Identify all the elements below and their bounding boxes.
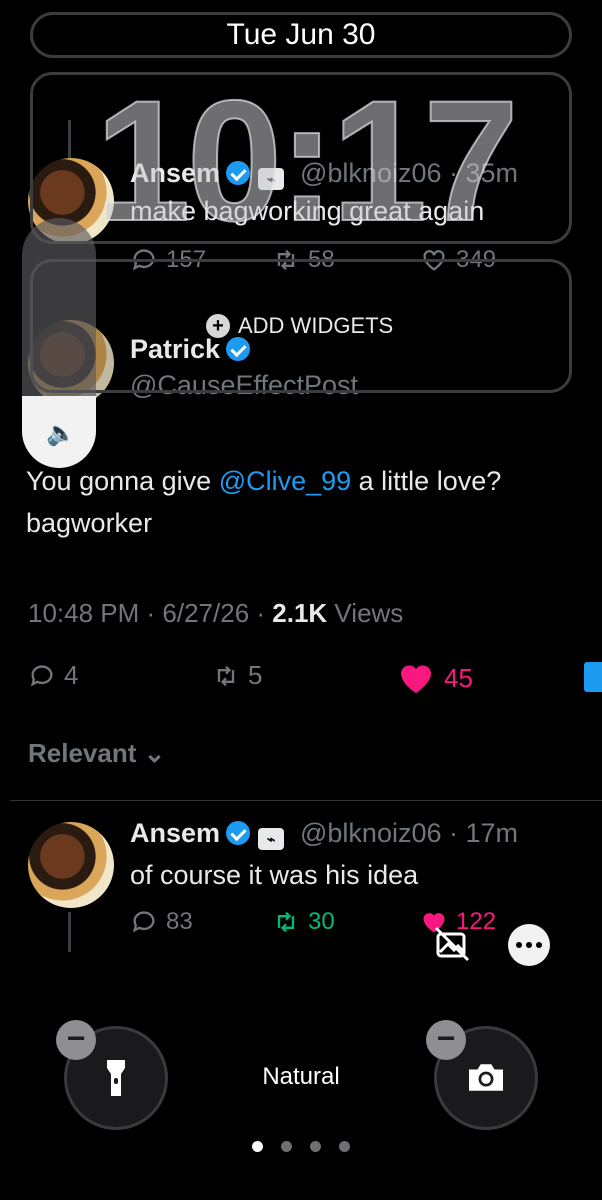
page-indicator[interactable] [0,1141,602,1152]
avatar [28,822,114,908]
mention-link[interactable]: @Clive_99 [219,466,351,496]
author-name: Ansem ⌁ [130,818,285,850]
verified-icon [226,821,251,845]
volume-slider[interactable]: 🔈 [22,218,96,468]
affiliate-badge-icon: ⌁ [258,828,285,850]
like-count[interactable]: 45 [396,658,473,698]
reply-icon [132,911,155,933]
sort-dropdown[interactable]: Relevant ⌄ [28,738,165,769]
lock-clock: 10:17 [94,65,520,257]
retweet-icon [277,911,295,933]
reply-count[interactable]: 4 [28,660,78,691]
bookmark-icon[interactable] [584,662,602,692]
retweet-count[interactable]: 5 [212,660,262,691]
remove-flashlight-button[interactable]: − [56,1020,96,1060]
divider [10,800,602,801]
speaker-icon: 🔈 [46,420,76,447]
page-dot[interactable] [281,1141,292,1152]
page-dot[interactable] [310,1141,321,1152]
thread-line [68,912,71,952]
remove-camera-button[interactable]: − [426,1020,466,1060]
heart-filled-icon [401,665,431,693]
plus-icon: + [206,314,230,338]
retweet-icon [217,665,235,686]
add-widgets-button[interactable]: + ADD WIDGETS [206,313,393,339]
page-dot[interactable] [252,1141,263,1152]
retweet-count[interactable]: 30 [272,908,335,936]
tweet-meta: 10:48 PM · 6/27/26 · 2.1K Views [28,598,404,628]
add-widgets-label: ADD WIDGETS [238,313,394,338]
date-widget[interactable]: Tue Jun 30 [30,12,572,58]
author-handle: @blknoiz06 · 17m [300,818,519,848]
photo-shuffle-off-icon[interactable] [430,922,474,966]
tweet-text: of course it was his idea [130,860,419,890]
more-options-button[interactable] [508,924,550,966]
reply-count[interactable]: 83 [130,908,193,936]
page-dot[interactable] [339,1141,350,1152]
reply-icon [30,664,53,686]
tweet-text: You gonna give @Clive_99 a little love? … [26,466,502,538]
filter-style-label[interactable]: Natural [0,1063,602,1091]
